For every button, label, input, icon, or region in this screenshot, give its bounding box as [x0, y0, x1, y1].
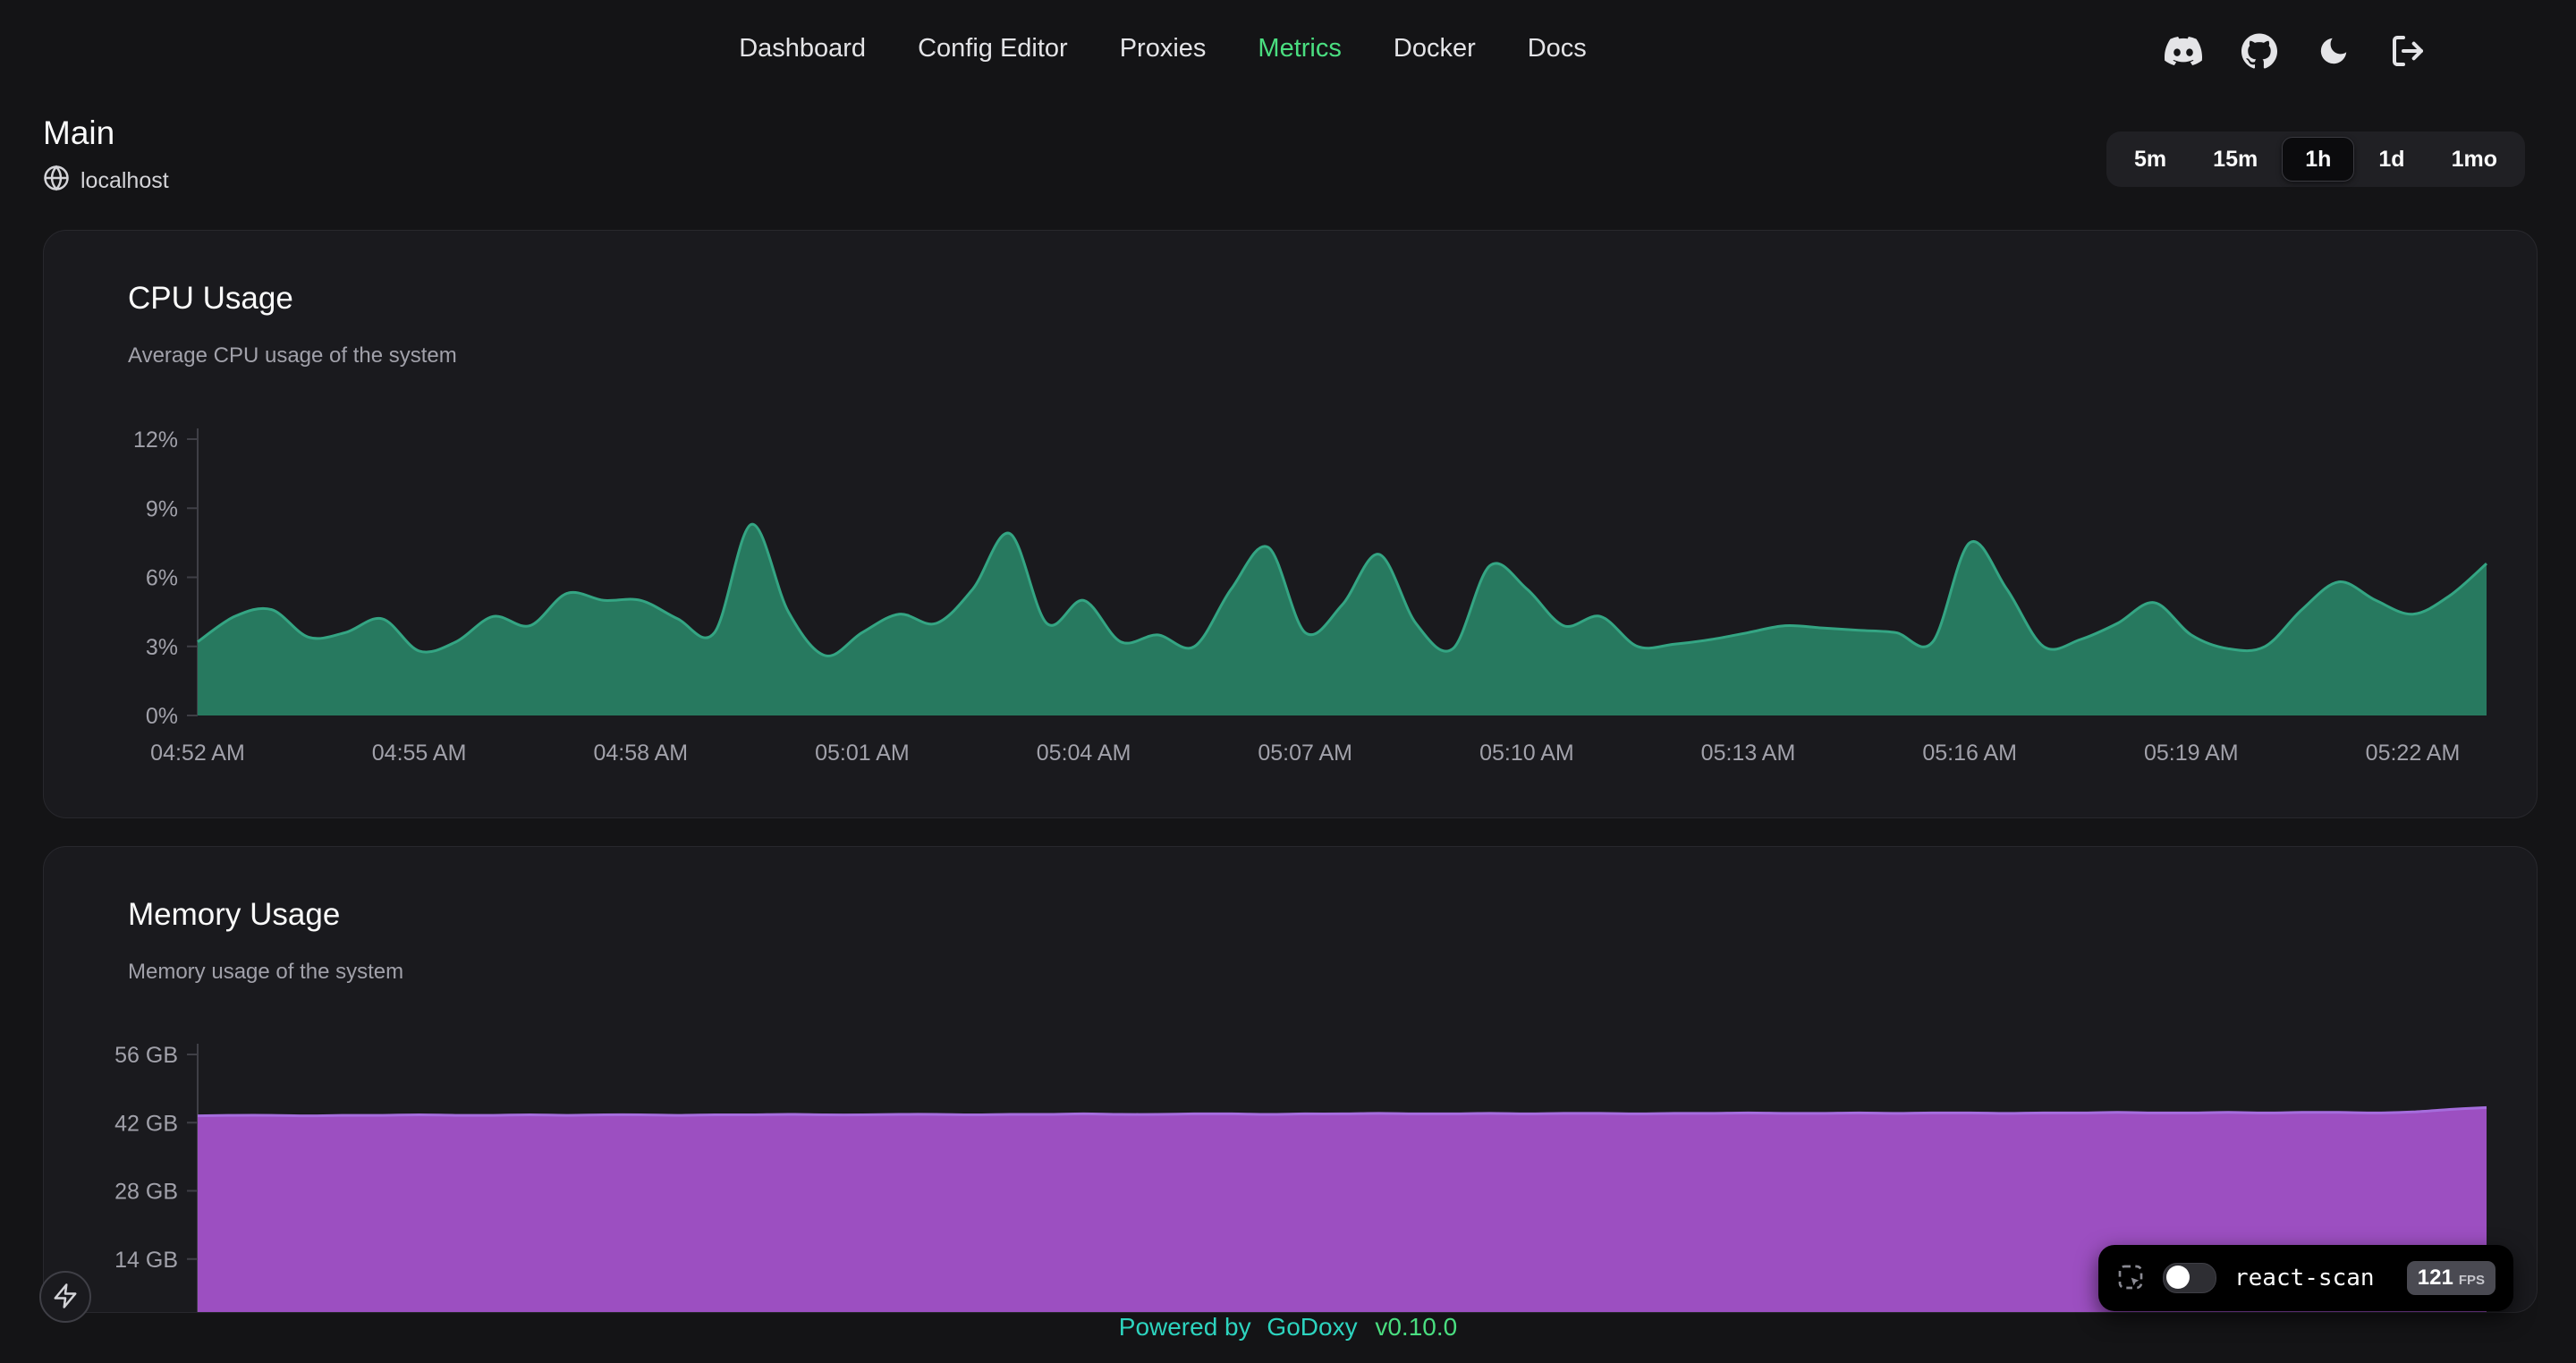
time-range-selector: 5m 15m 1h 1d 1mo	[2106, 131, 2525, 187]
time-range-1mo[interactable]: 1mo	[2429, 137, 2520, 182]
nav-item-proxies[interactable]: Proxies	[1120, 34, 1207, 63]
nav-item-metrics[interactable]: Metrics	[1258, 34, 1341, 63]
svg-text:04:58 AM: 04:58 AM	[593, 741, 688, 766]
nav-item-dashboard[interactable]: Dashboard	[739, 34, 866, 63]
page-title: Main	[43, 114, 169, 152]
logout-icon	[2390, 33, 2426, 69]
svg-text:3%: 3%	[146, 635, 178, 660]
inspect-icon	[2116, 1263, 2145, 1294]
toggle-knob	[2166, 1266, 2190, 1289]
cpu-card-title: CPU Usage	[128, 281, 293, 317]
time-range-1d[interactable]: 1d	[2356, 137, 2427, 182]
svg-text:28 GB: 28 GB	[114, 1180, 178, 1205]
nav-item-config-editor[interactable]: Config Editor	[918, 34, 1068, 63]
svg-text:05:19 AM: 05:19 AM	[2144, 741, 2239, 766]
nav-item-docs[interactable]: Docs	[1528, 34, 1587, 63]
svg-text:05:10 AM: 05:10 AM	[1479, 741, 1574, 766]
svg-text:14 GB: 14 GB	[114, 1248, 178, 1273]
lightning-icon	[52, 1283, 79, 1312]
svg-text:42 GB: 42 GB	[114, 1111, 178, 1136]
react-scan-label: react-scan	[2234, 1265, 2389, 1291]
svg-text:05:04 AM: 05:04 AM	[1037, 741, 1131, 766]
memory-card-subtitle: Memory usage of the system	[128, 960, 403, 985]
svg-text:05:07 AM: 05:07 AM	[1258, 741, 1352, 766]
react-scan-toolbar: react-scan 121 FPS	[2098, 1245, 2513, 1311]
inspect-button[interactable]	[2116, 1263, 2145, 1294]
godoxy-metrics-page: Dashboard Config Editor Proxies Metrics …	[0, 0, 2576, 1363]
footer: Powered by GoDoxy v0.10.0	[0, 1313, 2576, 1342]
cpu-card-subtitle: Average CPU usage of the system	[128, 343, 457, 368]
memory-usage-card: Memory Usage Memory usage of the system …	[43, 846, 2538, 1313]
github-button[interactable]	[2241, 33, 2277, 69]
time-range-5m[interactable]: 5m	[2112, 137, 2189, 182]
fps-unit: FPS	[2459, 1273, 2485, 1288]
header-icon-group	[2165, 32, 2426, 70]
svg-text:12%: 12%	[133, 428, 178, 453]
svg-text:9%: 9%	[146, 496, 178, 521]
memory-usage-chart: 14 GB 28 GB 42 GB 56 GB	[44, 847, 2537, 1312]
svg-text:05:13 AM: 05:13 AM	[1701, 741, 1796, 766]
moon-icon	[2317, 34, 2351, 68]
svg-text:04:52 AM: 04:52 AM	[150, 741, 245, 766]
nav-item-docker[interactable]: Docker	[1394, 34, 1476, 63]
logout-button[interactable]	[2390, 33, 2426, 69]
discord-button[interactable]	[2165, 32, 2202, 70]
version-text: v0.10.0	[1375, 1313, 1457, 1341]
svg-text:04:55 AM: 04:55 AM	[372, 741, 467, 766]
github-icon	[2241, 33, 2277, 69]
page-head: Main localhost	[43, 114, 169, 198]
globe-icon	[43, 165, 70, 198]
cpu-usage-card: CPU Usage Average CPU usage of the syste…	[43, 230, 2538, 818]
fps-badge: 121 FPS	[2407, 1261, 2496, 1295]
svg-text:05:22 AM: 05:22 AM	[2366, 741, 2461, 766]
host-row: localhost	[43, 165, 169, 198]
discord-icon	[2165, 32, 2202, 70]
powered-by-text: Powered by	[1119, 1313, 1251, 1341]
svg-text:56 GB: 56 GB	[114, 1043, 178, 1068]
theme-toggle-button[interactable]	[2317, 34, 2351, 68]
svg-text:6%: 6%	[146, 566, 178, 591]
svg-text:05:16 AM: 05:16 AM	[1922, 741, 2017, 766]
time-range-1h[interactable]: 1h	[2282, 137, 2354, 182]
host-label: localhost	[80, 168, 169, 194]
godoxy-link[interactable]: GoDoxy	[1267, 1313, 1357, 1341]
fps-value: 121	[2418, 1266, 2453, 1291]
svg-text:0%: 0%	[146, 704, 178, 729]
time-range-15m[interactable]: 15m	[2190, 137, 2280, 182]
quick-action-button[interactable]	[39, 1271, 91, 1323]
react-scan-toggle[interactable]	[2163, 1263, 2216, 1293]
memory-card-title: Memory Usage	[128, 897, 340, 933]
main-nav: Dashboard Config Editor Proxies Metrics …	[739, 34, 1587, 63]
svg-text:05:01 AM: 05:01 AM	[815, 741, 910, 766]
cpu-usage-chart: 0% 3% 6% 9% 12% 04:52 AM 04:55 AM 04:58 AM 05:01…	[44, 231, 2537, 817]
